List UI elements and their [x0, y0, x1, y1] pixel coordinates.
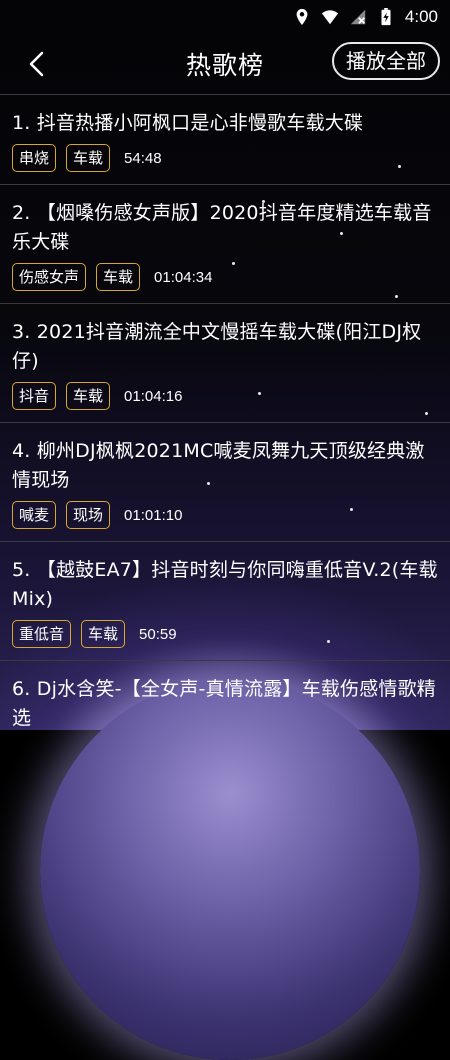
list-item[interactable]: 6. Dj水含笑-【全女声-真情流露】车载伤感情歌精选: [0, 660, 450, 733]
song-title: 1. 抖音热播小阿枫口是心非慢歌车载大碟: [12, 112, 364, 134]
no-sim-icon: [350, 9, 366, 25]
list-item[interactable]: 3. 2021抖音潮流全中文慢摇车载大碟(阳江DJ权仔) 抖音 车载 01:04…: [0, 303, 450, 422]
location-icon: [296, 8, 308, 26]
list-item[interactable]: 1. 抖音热播小阿枫口是心非慢歌车载大碟 串烧 车载 54:48: [0, 94, 450, 184]
clock: 4:00: [404, 7, 438, 26]
song-title: 3. 2021抖音潮流全中文慢摇车载大碟(阳江DJ权仔): [12, 321, 422, 372]
status-bar: 4:00: [0, 0, 450, 34]
song-tag[interactable]: 车载: [96, 263, 141, 291]
list-item[interactable]: 5. 【越鼓EA7】抖音时刻与你同嗨重低音V.2(车载Mix) 重低音 车载 5…: [0, 541, 450, 660]
song-title: 4. 柳州DJ枫枫2021MC喊麦凤舞九天顶级经典激情现场: [12, 440, 425, 491]
song-list: 1. 抖音热播小阿枫口是心非慢歌车载大碟 串烧 车载 54:48 2. 【烟嗓伤…: [0, 94, 450, 733]
planet-decoration: [40, 680, 420, 1060]
song-title: 5. 【越鼓EA7】抖音时刻与你同嗨重低音V.2(车载Mix): [12, 559, 438, 610]
song-duration: 01:01:10: [124, 506, 183, 524]
song-duration: 54:48: [124, 149, 162, 167]
song-tag[interactable]: 喊麦: [12, 501, 57, 529]
song-tag[interactable]: 重低音: [12, 620, 72, 648]
song-tag[interactable]: 现场: [66, 501, 111, 529]
list-item[interactable]: 2. 【烟嗓伤感女声版】2020抖音年度精选车载音乐大碟 伤感女声 车载 01:…: [0, 184, 450, 303]
song-duration: 01:04:34: [154, 268, 213, 286]
list-item[interactable]: 4. 柳州DJ枫枫2021MC喊麦凤舞九天顶级经典激情现场 喊麦 现场 01:0…: [0, 422, 450, 541]
song-tag[interactable]: 串烧: [12, 144, 57, 172]
song-duration: 50:59: [139, 625, 177, 643]
header: 热歌榜 播放全部: [0, 34, 450, 94]
song-title: 6. Dj水含笑-【全女声-真情流露】车载伤感情歌精选: [12, 678, 436, 729]
song-tag[interactable]: 伤感女声: [12, 263, 87, 291]
song-duration: 01:04:16: [124, 387, 183, 405]
battery-icon: [381, 8, 391, 26]
song-title: 2. 【烟嗓伤感女声版】2020抖音年度精选车载音乐大碟: [12, 202, 432, 253]
song-tag[interactable]: 抖音: [12, 382, 57, 410]
song-tag[interactable]: 车载: [81, 620, 126, 648]
song-tag[interactable]: 车载: [66, 144, 111, 172]
wifi-icon: [321, 10, 339, 25]
song-tag[interactable]: 车载: [66, 382, 111, 410]
play-all-button[interactable]: 播放全部: [332, 42, 440, 80]
